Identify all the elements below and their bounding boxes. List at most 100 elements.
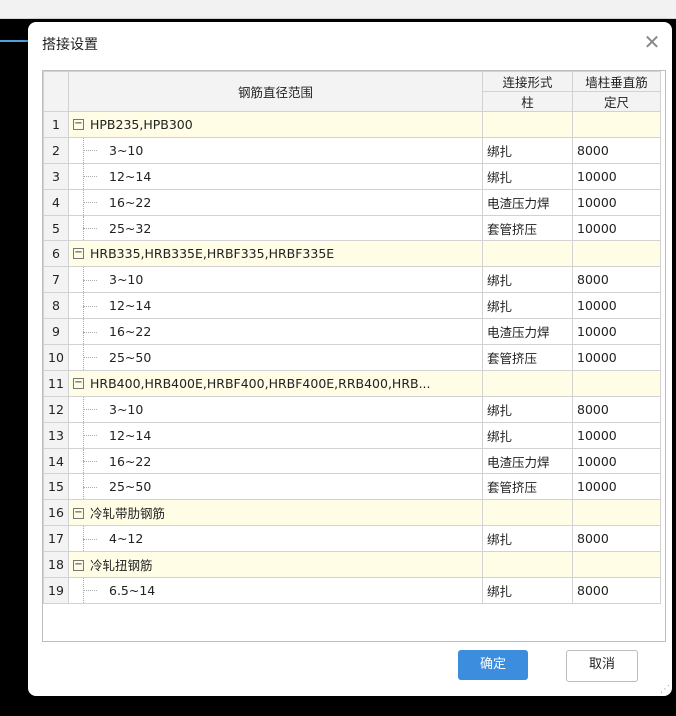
range-cell[interactable]: 16~22 [68,447,483,475]
connection-cell[interactable]: 绑扎 [482,577,573,604]
range-cell[interactable]: 12~14 [68,421,483,449]
row-number: 4 [43,188,69,216]
length-cell[interactable]: 8000 [572,266,661,294]
group-name-cell[interactable]: − 冷轧带肋钢筋 [68,499,483,527]
tree-connector-tick [83,435,97,437]
range-cell[interactable]: 3~10 [68,136,483,164]
collapse-minus-icon[interactable]: − [73,508,84,520]
table-row[interactable]: 12 3~10 绑扎 8000 [43,395,661,423]
range-cell[interactable]: 25~32 [68,214,483,242]
range-cell[interactable]: 3~10 [68,266,483,294]
close-icon[interactable]: ✕ [640,30,664,54]
connection-cell[interactable]: 电渣压力焊 [482,318,573,346]
collapse-minus-icon[interactable]: − [73,248,84,260]
connection-cell[interactable] [482,499,573,527]
table-row[interactable]: 17 4~12 绑扎 8000 [43,525,661,553]
connection-cell[interactable] [482,369,573,397]
group-row[interactable]: 6− HRB335,HRB335E,HRBF335,HRBF335E [43,240,661,268]
table-row[interactable]: 13 12~14 绑扎 10000 [43,421,661,449]
length-cell[interactable]: 8000 [572,136,661,164]
connection-cell[interactable]: 绑扎 [482,136,573,164]
connection-cell[interactable]: 套管挤压 [482,473,573,501]
table-row[interactable]: 3 12~14 绑扎 10000 [43,162,661,190]
length-cell[interactable]: 10000 [572,214,661,242]
range-cell[interactable]: 3~10 [68,395,483,423]
range-label: 12~14 [109,298,152,314]
connection-cell[interactable]: 绑扎 [482,162,573,190]
ok-button[interactable]: 确定 [458,650,528,680]
table-row[interactable]: 5 25~32 套管挤压 10000 [43,214,661,242]
length-cell[interactable] [572,499,661,527]
range-cell[interactable]: 6.5~14 [68,577,483,604]
range-cell[interactable]: 4~12 [68,525,483,553]
length-cell[interactable] [572,551,661,579]
row-number: 9 [43,318,69,346]
connection-cell[interactable]: 绑扎 [482,266,573,294]
connection-cell[interactable]: 绑扎 [482,421,573,449]
length-cell[interactable] [572,369,661,397]
table-row[interactable]: 4 16~22 电渣压力焊 10000 [43,188,661,216]
table-row[interactable]: 2 3~10 绑扎 8000 [43,136,661,164]
group-name-cell[interactable]: − HPB235,HPB300 [68,111,483,138]
collapse-minus-icon[interactable]: − [73,377,84,389]
length-cell[interactable] [572,240,661,268]
length-cell[interactable]: 10000 [572,447,661,475]
collapse-minus-icon[interactable]: − [73,560,84,572]
length-cell[interactable]: 10000 [572,318,661,346]
length-cell[interactable] [572,111,661,138]
connection-cell[interactable]: 电渣压力焊 [482,188,573,216]
resize-grip-icon[interactable]: ⋰ [660,684,670,695]
table-row[interactable]: 19 6.5~14 绑扎 8000 [43,577,661,604]
table-row[interactable]: 7 3~10 绑扎 8000 [43,266,661,294]
connection-cell[interactable] [482,111,573,138]
connection-cell[interactable]: 套管挤压 [482,344,573,371]
length-cell[interactable]: 8000 [572,577,661,604]
range-column-header[interactable]: 钢筋直径范围 [68,71,483,112]
length-cell[interactable]: 10000 [572,421,661,449]
group-name-cell[interactable]: − HRB400,HRB400E,HRBF400,HRBF400E,RRB400,… [68,369,483,397]
connection-sub-header[interactable]: 柱 [482,91,573,112]
connection-cell[interactable]: 电渣压力焊 [482,447,573,475]
range-cell[interactable]: 12~14 [68,292,483,320]
group-name-cell[interactable]: − HRB335,HRB335E,HRBF335,HRBF335E [68,240,483,268]
connection-cell[interactable]: 绑扎 [482,395,573,423]
length-sub-header[interactable]: 定尺 [572,91,661,112]
length-cell[interactable]: 10000 [572,162,661,190]
range-cell[interactable]: 16~22 [68,318,483,346]
connection-cell[interactable] [482,551,573,579]
collapse-minus-icon[interactable]: − [73,118,84,130]
length-cell[interactable]: 10000 [572,473,661,501]
connection-column-header[interactable]: 连接形式 [482,71,573,92]
range-cell[interactable]: 16~22 [68,188,483,216]
group-row[interactable]: 18− 冷轧扭钢筋 [43,551,661,579]
table-row[interactable]: 14 16~22 电渣压力焊 10000 [43,447,661,475]
length-cell[interactable]: 10000 [572,344,661,371]
range-cell[interactable]: 25~50 [68,344,483,371]
cancel-button[interactable]: 取消 [566,650,638,682]
table-row[interactable]: 9 16~22 电渣压力焊 10000 [43,318,661,346]
table-row[interactable]: 15 25~50 套管挤压 10000 [43,473,661,501]
group-row[interactable]: 11− HRB400,HRB400E,HRBF400,HRBF400E,RRB40… [43,369,661,397]
length-cell[interactable]: 10000 [572,188,661,216]
length-cell[interactable]: 8000 [572,525,661,553]
row-number: 18 [43,551,69,579]
connection-cell[interactable] [482,240,573,268]
length-column-header[interactable]: 墙柱垂直筋 [572,71,661,92]
range-label: 3~10 [109,272,144,288]
range-cell[interactable]: 12~14 [68,162,483,190]
group-row[interactable]: 16− 冷轧带肋钢筋 [43,499,661,527]
group-row[interactable]: 1− HPB235,HPB300 [43,111,661,138]
table-row[interactable]: 10 25~50 套管挤压 10000 [43,344,661,371]
group-name-cell[interactable]: − 冷轧扭钢筋 [68,551,483,579]
length-cell[interactable]: 8000 [572,395,661,423]
tree-connector-tick [83,357,97,359]
connection-cell[interactable]: 绑扎 [482,292,573,320]
row-number: 5 [43,214,69,242]
table-row[interactable]: 8 12~14 绑扎 10000 [43,292,661,320]
row-number-header [43,71,69,112]
row-number: 11 [43,369,69,397]
connection-cell[interactable]: 绑扎 [482,525,573,553]
length-cell[interactable]: 10000 [572,292,661,320]
connection-cell[interactable]: 套管挤压 [482,214,573,242]
range-cell[interactable]: 25~50 [68,473,483,501]
